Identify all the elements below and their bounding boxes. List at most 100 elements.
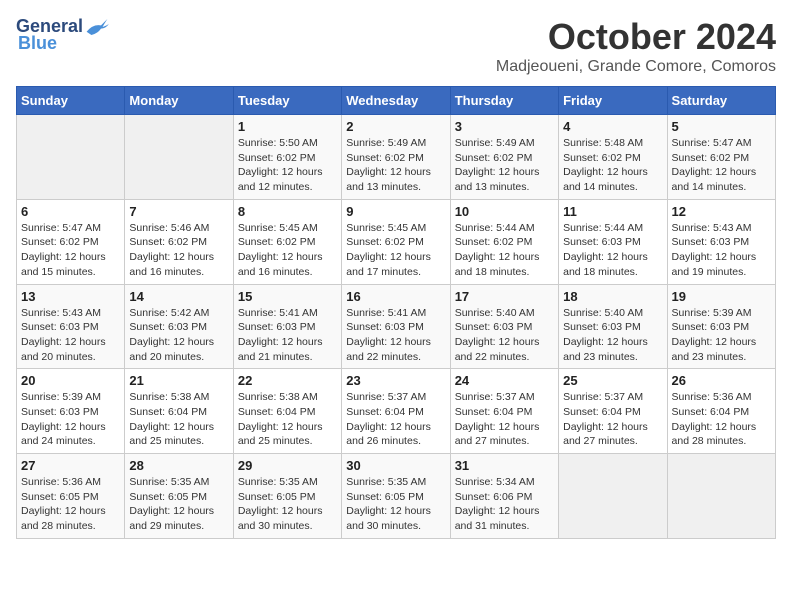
calendar-week-row: 1 Sunrise: 5:50 AM Sunset: 6:02 PM Daylig… [17, 115, 776, 200]
day-number: 11 [563, 204, 662, 219]
day-number: 5 [672, 119, 771, 134]
calendar-day-cell: 25 Sunrise: 5:37 AM Sunset: 6:04 PM Dayli… [559, 369, 667, 454]
day-info: Sunrise: 5:36 AM Sunset: 6:04 PM Dayligh… [672, 390, 771, 449]
day-info: Sunrise: 5:44 AM Sunset: 6:02 PM Dayligh… [455, 221, 554, 280]
day-info: Sunrise: 5:40 AM Sunset: 6:03 PM Dayligh… [563, 306, 662, 365]
logo-bird-icon [85, 17, 109, 37]
day-info: Sunrise: 5:38 AM Sunset: 6:04 PM Dayligh… [129, 390, 228, 449]
calendar-day-cell: 10 Sunrise: 5:44 AM Sunset: 6:02 PM Dayli… [450, 199, 558, 284]
day-number: 6 [21, 204, 120, 219]
calendar-day-cell: 14 Sunrise: 5:42 AM Sunset: 6:03 PM Dayli… [125, 284, 233, 369]
logo-blue: Blue [18, 33, 57, 54]
day-number: 22 [238, 373, 337, 388]
calendar-week-row: 6 Sunrise: 5:47 AM Sunset: 6:02 PM Daylig… [17, 199, 776, 284]
day-info: Sunrise: 5:47 AM Sunset: 6:02 PM Dayligh… [21, 221, 120, 280]
calendar-week-row: 27 Sunrise: 5:36 AM Sunset: 6:05 PM Dayli… [17, 454, 776, 539]
day-number: 13 [21, 289, 120, 304]
day-number: 21 [129, 373, 228, 388]
calendar-day-cell: 20Sunrise: 5:39 AM Sunset: 6:03 PM Dayli… [17, 369, 125, 454]
location: Madjeoueni, Grande Comore, Comoros [496, 58, 776, 76]
calendar-day-cell: 26Sunrise: 5:36 AM Sunset: 6:04 PM Dayli… [667, 369, 775, 454]
day-info: Sunrise: 5:47 AM Sunset: 6:02 PM Dayligh… [672, 136, 771, 195]
calendar-day-cell [125, 115, 233, 200]
day-info: Sunrise: 5:50 AM Sunset: 6:02 PM Dayligh… [238, 136, 337, 195]
day-info: Sunrise: 5:49 AM Sunset: 6:02 PM Dayligh… [346, 136, 445, 195]
calendar-day-cell: 2 Sunrise: 5:49 AM Sunset: 6:02 PM Daylig… [342, 115, 450, 200]
day-info: Sunrise: 5:44 AM Sunset: 6:03 PM Dayligh… [563, 221, 662, 280]
day-number: 24 [455, 373, 554, 388]
day-number: 17 [455, 289, 554, 304]
calendar-day-cell: 11 Sunrise: 5:44 AM Sunset: 6:03 PM Dayli… [559, 199, 667, 284]
calendar-day-cell: 17 Sunrise: 5:40 AM Sunset: 6:03 PM Dayli… [450, 284, 558, 369]
day-number: 2 [346, 119, 445, 134]
day-number: 15 [238, 289, 337, 304]
calendar-day-cell: 3 Sunrise: 5:49 AM Sunset: 6:02 PM Daylig… [450, 115, 558, 200]
day-number: 23 [346, 373, 445, 388]
calendar-day-cell: 4Sunrise: 5:48 AM Sunset: 6:02 PM Daylig… [559, 115, 667, 200]
day-info: Sunrise: 5:45 AM Sunset: 6:02 PM Dayligh… [346, 221, 445, 280]
calendar-day-cell: 23Sunrise: 5:37 AM Sunset: 6:04 PM Dayli… [342, 369, 450, 454]
day-number: 1 [238, 119, 337, 134]
day-number: 8 [238, 204, 337, 219]
day-info: Sunrise: 5:35 AM Sunset: 6:05 PM Dayligh… [129, 475, 228, 534]
calendar: SundayMondayTuesdayWednesdayThursdayFrid… [16, 86, 776, 539]
day-number: 30 [346, 458, 445, 473]
calendar-day-cell: 12 Sunrise: 5:43 AM Sunset: 6:03 PM Dayli… [667, 199, 775, 284]
day-number: 20 [21, 373, 120, 388]
calendar-day-cell [667, 454, 775, 539]
day-info: Sunrise: 5:36 AM Sunset: 6:05 PM Dayligh… [21, 475, 120, 534]
calendar-day-cell: 5 Sunrise: 5:47 AM Sunset: 6:02 PM Daylig… [667, 115, 775, 200]
day-info: Sunrise: 5:42 AM Sunset: 6:03 PM Dayligh… [129, 306, 228, 365]
day-number: 10 [455, 204, 554, 219]
logo: General Blue [16, 16, 107, 54]
day-info: Sunrise: 5:49 AM Sunset: 6:02 PM Dayligh… [455, 136, 554, 195]
day-info: Sunrise: 5:43 AM Sunset: 6:03 PM Dayligh… [21, 306, 120, 365]
day-info: Sunrise: 5:35 AM Sunset: 6:05 PM Dayligh… [238, 475, 337, 534]
calendar-day-cell: 31 Sunrise: 5:34 AM Sunset: 6:06 PM Dayli… [450, 454, 558, 539]
day-info: Sunrise: 5:46 AM Sunset: 6:02 PM Dayligh… [129, 221, 228, 280]
day-number: 12 [672, 204, 771, 219]
day-info: Sunrise: 5:35 AM Sunset: 6:05 PM Dayligh… [346, 475, 445, 534]
weekday-header: Wednesday [342, 87, 450, 115]
day-info: Sunrise: 5:45 AM Sunset: 6:02 PM Dayligh… [238, 221, 337, 280]
day-number: 3 [455, 119, 554, 134]
weekday-header: Sunday [17, 87, 125, 115]
page-header: General Blue October 2024 Madjeoueni, Gr… [16, 16, 776, 76]
day-info: Sunrise: 5:43 AM Sunset: 6:03 PM Dayligh… [672, 221, 771, 280]
calendar-day-cell: 22 Sunrise: 5:38 AM Sunset: 6:04 PM Dayli… [233, 369, 341, 454]
calendar-day-cell: 30 Sunrise: 5:35 AM Sunset: 6:05 PM Dayli… [342, 454, 450, 539]
calendar-day-cell: 7 Sunrise: 5:46 AM Sunset: 6:02 PM Daylig… [125, 199, 233, 284]
calendar-day-cell: 15 Sunrise: 5:41 AM Sunset: 6:03 PM Dayli… [233, 284, 341, 369]
day-info: Sunrise: 5:38 AM Sunset: 6:04 PM Dayligh… [238, 390, 337, 449]
day-info: Sunrise: 5:37 AM Sunset: 6:04 PM Dayligh… [455, 390, 554, 449]
calendar-day-cell: 9 Sunrise: 5:45 AM Sunset: 6:02 PM Daylig… [342, 199, 450, 284]
calendar-day-cell: 29 Sunrise: 5:35 AM Sunset: 6:05 PM Dayli… [233, 454, 341, 539]
day-number: 19 [672, 289, 771, 304]
day-info: Sunrise: 5:40 AM Sunset: 6:03 PM Dayligh… [455, 306, 554, 365]
calendar-day-cell: 1 Sunrise: 5:50 AM Sunset: 6:02 PM Daylig… [233, 115, 341, 200]
day-number: 31 [455, 458, 554, 473]
calendar-header-row: SundayMondayTuesdayWednesdayThursdayFrid… [17, 87, 776, 115]
calendar-day-cell: 24 Sunrise: 5:37 AM Sunset: 6:04 PM Dayli… [450, 369, 558, 454]
title-area: October 2024 Madjeoueni, Grande Comore, … [496, 16, 776, 76]
day-info: Sunrise: 5:41 AM Sunset: 6:03 PM Dayligh… [238, 306, 337, 365]
calendar-day-cell [559, 454, 667, 539]
day-number: 29 [238, 458, 337, 473]
day-number: 18 [563, 289, 662, 304]
calendar-day-cell: 8 Sunrise: 5:45 AM Sunset: 6:02 PM Daylig… [233, 199, 341, 284]
day-info: Sunrise: 5:39 AM Sunset: 6:03 PM Dayligh… [672, 306, 771, 365]
day-info: Sunrise: 5:48 AM Sunset: 6:02 PM Dayligh… [563, 136, 662, 195]
day-number: 9 [346, 204, 445, 219]
day-number: 7 [129, 204, 228, 219]
day-number: 14 [129, 289, 228, 304]
day-info: Sunrise: 5:34 AM Sunset: 6:06 PM Dayligh… [455, 475, 554, 534]
weekday-header: Monday [125, 87, 233, 115]
weekday-header: Tuesday [233, 87, 341, 115]
day-number: 25 [563, 373, 662, 388]
weekday-header: Thursday [450, 87, 558, 115]
day-info: Sunrise: 5:37 AM Sunset: 6:04 PM Dayligh… [563, 390, 662, 449]
calendar-day-cell: 16Sunrise: 5:41 AM Sunset: 6:03 PM Dayli… [342, 284, 450, 369]
day-number: 16 [346, 289, 445, 304]
day-number: 27 [21, 458, 120, 473]
calendar-week-row: 20Sunrise: 5:39 AM Sunset: 6:03 PM Dayli… [17, 369, 776, 454]
